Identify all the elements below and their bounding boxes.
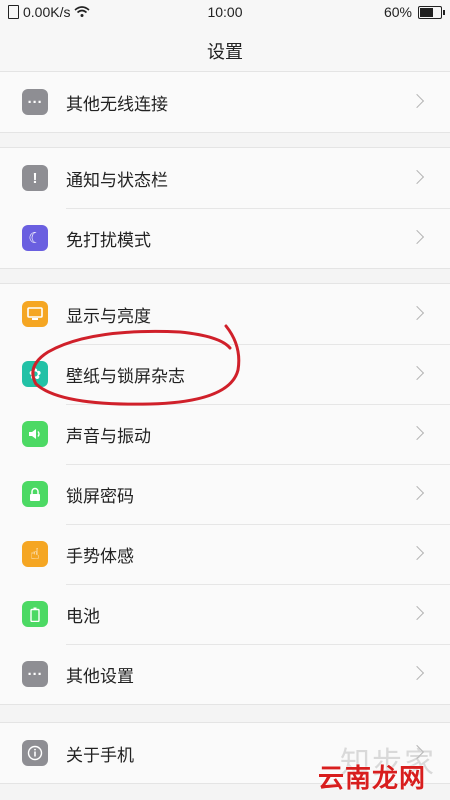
status-bar: 0.00K/s 10:00 60%: [0, 0, 450, 24]
settings-item-label: 显示与亮度: [66, 307, 151, 326]
title-bar: 设置: [0, 24, 450, 75]
settings-item-label: 手势体感: [66, 547, 134, 566]
watermark-site-name: 云南龙网: [318, 763, 427, 793]
settings-item-label: 其他设置: [66, 667, 134, 686]
settings-group-notifications: ! 通知与状态栏 ☾ 免打扰模式: [0, 147, 450, 269]
settings-item-gestures[interactable]: ☝ 手势体感: [0, 524, 450, 584]
more-dots-icon: ···: [22, 89, 48, 115]
chevron-right-icon: [409, 305, 425, 321]
display-icon: [22, 301, 48, 327]
settings-group-wireless: ··· 其他无线连接: [0, 71, 450, 133]
chevron-right-icon: [409, 605, 425, 621]
settings-item-label: 声音与振动: [66, 427, 151, 446]
battery-icon: [418, 5, 445, 19]
settings-item-label: 锁屏密码: [66, 487, 134, 506]
settings-item-label: 关于手机: [66, 746, 134, 765]
notification-icon: !: [22, 165, 48, 191]
chevron-right-icon: [409, 545, 425, 561]
battery-percent: 60%: [383, 4, 412, 20]
settings-item-other-wireless[interactable]: ··· 其他无线连接: [0, 72, 450, 132]
more-dots-icon: ···: [22, 661, 48, 687]
chevron-right-icon: [409, 425, 425, 441]
battery-icon: [22, 601, 48, 627]
clock: 10:00: [207, 4, 243, 20]
gesture-hand-icon: ☝: [22, 541, 48, 567]
settings-item-label: 壁纸与锁屏杂志: [66, 367, 185, 386]
chevron-right-icon: [409, 169, 425, 185]
settings-item-label: 免打扰模式: [66, 231, 151, 250]
settings-item-label: 电池: [66, 607, 100, 626]
chevron-right-icon: [409, 485, 425, 501]
page-title: 设置: [207, 42, 243, 62]
settings-item-label: 通知与状态栏: [66, 171, 168, 190]
settings-item-sound[interactable]: 声音与振动: [0, 404, 450, 464]
settings-item-lock-password[interactable]: 锁屏密码: [0, 464, 450, 524]
settings-item-battery[interactable]: 电池: [0, 584, 450, 644]
moon-icon: ☾: [22, 225, 48, 251]
settings-group-device: 显示与亮度 ✿ 壁纸与锁屏杂志 声音与振动 锁屏密码 ☝ 手势体感 电池 ···…: [0, 283, 450, 705]
settings-item-do-not-disturb[interactable]: ☾ 免打扰模式: [0, 208, 450, 268]
lock-icon: [22, 481, 48, 507]
chevron-right-icon: [409, 93, 425, 109]
chevron-right-icon: [409, 665, 425, 681]
wallpaper-icon: ✿: [22, 361, 48, 387]
settings-item-notifications[interactable]: ! 通知与状态栏: [0, 148, 450, 208]
info-icon: [22, 740, 48, 766]
speaker-icon: [22, 421, 48, 447]
chevron-right-icon: [409, 365, 425, 381]
settings-item-label: 其他无线连接: [66, 95, 168, 114]
settings-item-wallpaper[interactable]: ✿ 壁纸与锁屏杂志: [0, 344, 450, 404]
chevron-right-icon: [409, 229, 425, 245]
settings-item-other-settings[interactable]: ··· 其他设置: [0, 644, 450, 704]
settings-item-display[interactable]: 显示与亮度: [0, 284, 450, 344]
